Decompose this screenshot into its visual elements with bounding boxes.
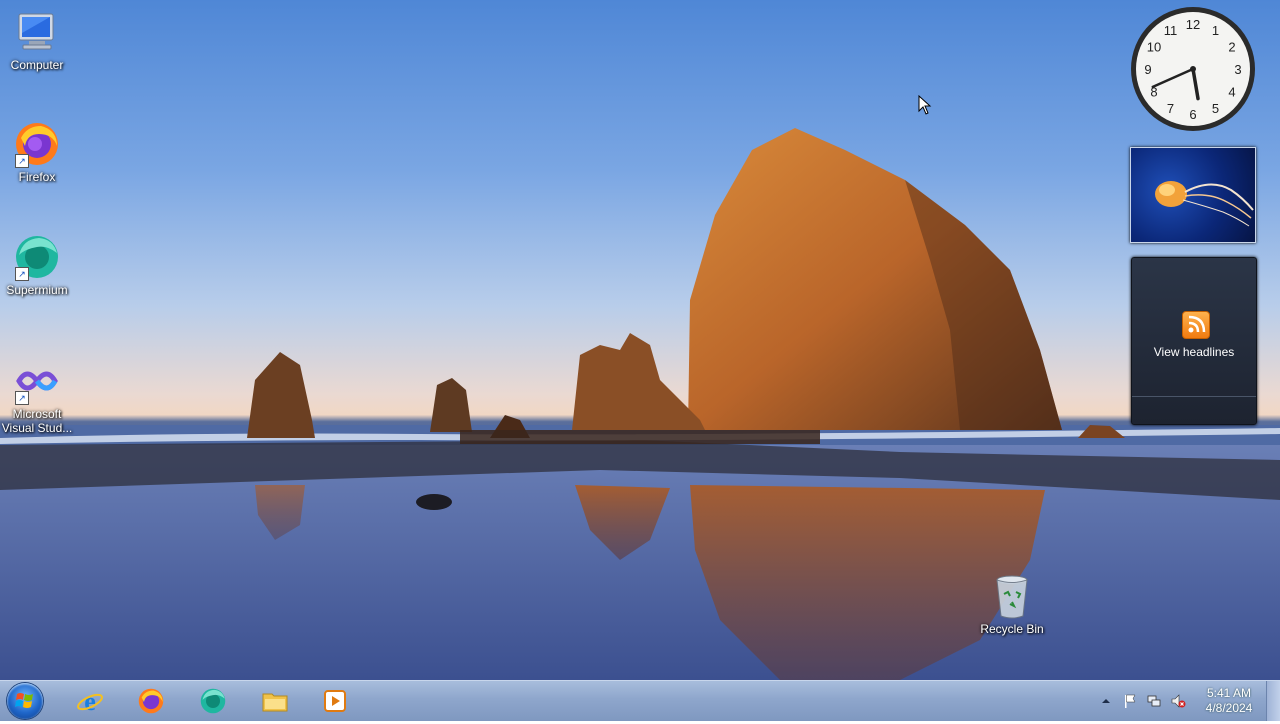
recycle-bin-icon xyxy=(988,572,1036,620)
desktop-icon-computer[interactable]: Computer xyxy=(1,8,73,72)
desktop-icon-label: Supermium xyxy=(6,283,68,297)
svg-text:e: e xyxy=(84,687,96,715)
taskbar-file-explorer-button[interactable] xyxy=(250,683,300,719)
taskbar-media-player-button[interactable] xyxy=(310,683,360,719)
desktop-icon-visual-studio[interactable]: ↗ Microsoft Visual Stud... xyxy=(1,357,73,435)
taskbar-time: 5:41 AM xyxy=(1206,686,1252,700)
visual-studio-icon: ↗ xyxy=(13,357,61,405)
desktop-icon-supermium[interactable]: ↗ Supermium xyxy=(1,233,73,297)
supermium-icon: ↗ xyxy=(13,233,61,281)
firefox-icon xyxy=(138,688,164,714)
gadget-divider xyxy=(1132,396,1256,397)
firefox-icon: ↗ xyxy=(13,120,61,168)
clock-number: 5 xyxy=(1212,101,1219,116)
clock-number: 11 xyxy=(1164,23,1178,38)
desktop-icon-label: Firefox xyxy=(18,170,56,184)
shortcut-arrow-icon: ↗ xyxy=(15,154,29,168)
clock-number: 10 xyxy=(1147,40,1161,55)
desktop-icon-firefox[interactable]: ↗ Firefox xyxy=(1,120,73,184)
shortcut-arrow-icon: ↗ xyxy=(15,391,29,405)
clock-face: 12 1234567891011 xyxy=(1131,7,1255,131)
rss-icon xyxy=(1182,311,1210,339)
taskbar-date: 4/8/2024 xyxy=(1205,701,1253,715)
chevron-up-icon[interactable] xyxy=(1098,693,1114,709)
flag-icon[interactable] xyxy=(1122,693,1138,709)
desktop[interactable]: Computer ↗ Firefox ↗ Supermium ↗ Microso… xyxy=(0,0,1280,680)
clock-number: 6 xyxy=(1189,107,1196,122)
windows-logo-icon xyxy=(15,693,33,708)
clock-number: 4 xyxy=(1228,85,1235,100)
taskbar-supermium-button[interactable] xyxy=(188,683,238,719)
wallpaper-haystack-rock xyxy=(0,128,1280,680)
desktop-icon-label: Microsoft Visual Stud... xyxy=(1,407,73,435)
clock-gadget[interactable]: 12 1 2 3 4 5 6 7 8 9 10 11 xyxy=(1130,6,1256,132)
view-headlines-link[interactable]: View headlines xyxy=(1132,345,1256,359)
taskbar-internet-explorer-button[interactable]: e xyxy=(65,683,115,719)
clock-number: 2 xyxy=(1228,40,1235,55)
media-player-icon xyxy=(324,690,346,712)
clock-number: 9 xyxy=(1144,62,1151,77)
clock-number: 7 xyxy=(1167,101,1174,116)
volume-muted-icon[interactable] xyxy=(1170,693,1186,709)
start-button[interactable] xyxy=(7,683,43,719)
desktop-icon-recycle-bin[interactable]: Recycle Bin xyxy=(976,572,1048,636)
desktop-icon-label: Computer xyxy=(10,58,64,72)
folder-icon xyxy=(262,693,288,712)
internet-explorer-icon: e xyxy=(77,687,103,715)
taskbar-clock[interactable]: 5:41 AM 4/8/2024 xyxy=(1196,686,1262,716)
computer-icon xyxy=(13,8,61,56)
clock-number: 12 xyxy=(1186,17,1200,32)
taskbar-firefox-button[interactable] xyxy=(126,683,176,719)
network-icon[interactable] xyxy=(1146,693,1162,709)
desktop-icon-label: Recycle Bin xyxy=(980,622,1044,636)
clock-number: 3 xyxy=(1234,62,1241,77)
supermium-icon xyxy=(200,688,226,714)
feed-headlines-gadget[interactable]: View headlines xyxy=(1131,257,1257,425)
mouse-cursor-icon xyxy=(918,95,932,115)
taskbar: e 5:41 AM 4/8/2024 xyxy=(0,680,1280,721)
show-desktop-button[interactable] xyxy=(1266,681,1280,721)
jellyfish-image xyxy=(1155,181,1254,227)
clock-number: 1 xyxy=(1212,23,1219,38)
shortcut-arrow-icon: ↗ xyxy=(15,267,29,281)
slideshow-gadget[interactable] xyxy=(1130,147,1256,243)
